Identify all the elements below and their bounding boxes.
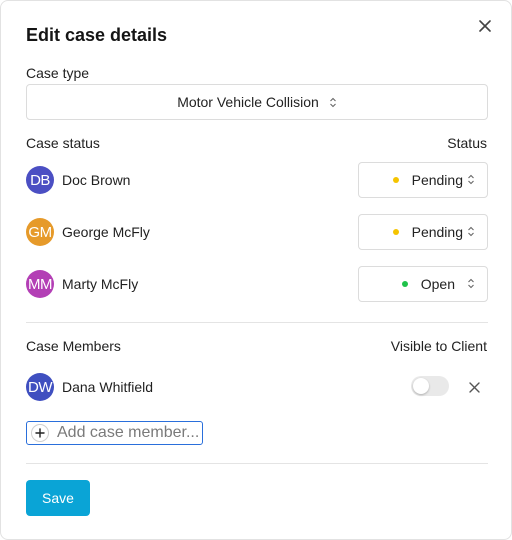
case-type-label: Case type — [26, 65, 90, 81]
remove-member-button[interactable] — [466, 379, 482, 395]
status-value: Open — [420, 276, 455, 292]
section-divider — [26, 322, 488, 323]
case-status-row-george-mcfly: GM George McFly — [26, 218, 150, 246]
plus-icon — [31, 424, 49, 442]
status-select-marty-mcfly[interactable]: Open — [358, 266, 488, 302]
toggle-knob — [413, 378, 429, 394]
status-dot-icon — [401, 281, 408, 287]
dialog-title: Edit case details — [26, 25, 168, 45]
chevron-up-down-icon — [467, 276, 475, 292]
add-case-member-field[interactable] — [26, 421, 203, 445]
case-status-row-marty-mcfly: MM Marty McFly — [26, 270, 138, 298]
visible-to-client-toggle[interactable] — [411, 376, 449, 396]
case-status-label: Case status — [26, 135, 100, 151]
status-value: Pending — [411, 172, 463, 188]
case-type-select[interactable]: Motor Vehicle Collision — [26, 84, 488, 120]
case-members-label: Case Members — [26, 338, 121, 354]
avatar: MM — [26, 270, 54, 298]
person-name: George McFly — [62, 224, 150, 240]
case-status-row-doc-brown: DB Doc Brown — [26, 166, 130, 194]
avatar: GM — [26, 218, 54, 246]
case-type-value: Motor Vehicle Collision — [177, 94, 319, 110]
status-dot-icon — [392, 177, 399, 183]
member-name: Dana Whitfield — [62, 379, 154, 395]
status-dot-icon — [392, 229, 399, 235]
close-icon — [479, 20, 491, 32]
chevron-up-down-icon — [467, 172, 475, 188]
visible-to-client-label: Visible to Client — [390, 338, 487, 354]
member-row-dana-whitfield: DW Dana Whitfield — [26, 373, 153, 401]
person-name: Doc Brown — [62, 172, 131, 188]
chevron-up-down-icon — [329, 97, 337, 108]
status-value: Pending — [411, 224, 463, 240]
add-case-member-input[interactable] — [57, 424, 200, 442]
avatar: DW — [26, 373, 54, 401]
status-column-label: Status — [447, 135, 487, 151]
status-select-george-mcfly[interactable]: Pending — [358, 214, 488, 250]
avatar: DB — [26, 166, 54, 194]
close-icon — [468, 381, 480, 393]
save-button[interactable]: Save — [26, 480, 90, 516]
person-name: Marty McFly — [62, 276, 139, 292]
edit-case-dialog: Edit case details Case type Motor Vehicl… — [0, 0, 512, 540]
chevron-up-down-icon — [467, 224, 475, 240]
close-button[interactable] — [475, 16, 495, 36]
status-select-doc-brown[interactable]: Pending — [358, 162, 488, 198]
footer-divider — [26, 463, 488, 464]
